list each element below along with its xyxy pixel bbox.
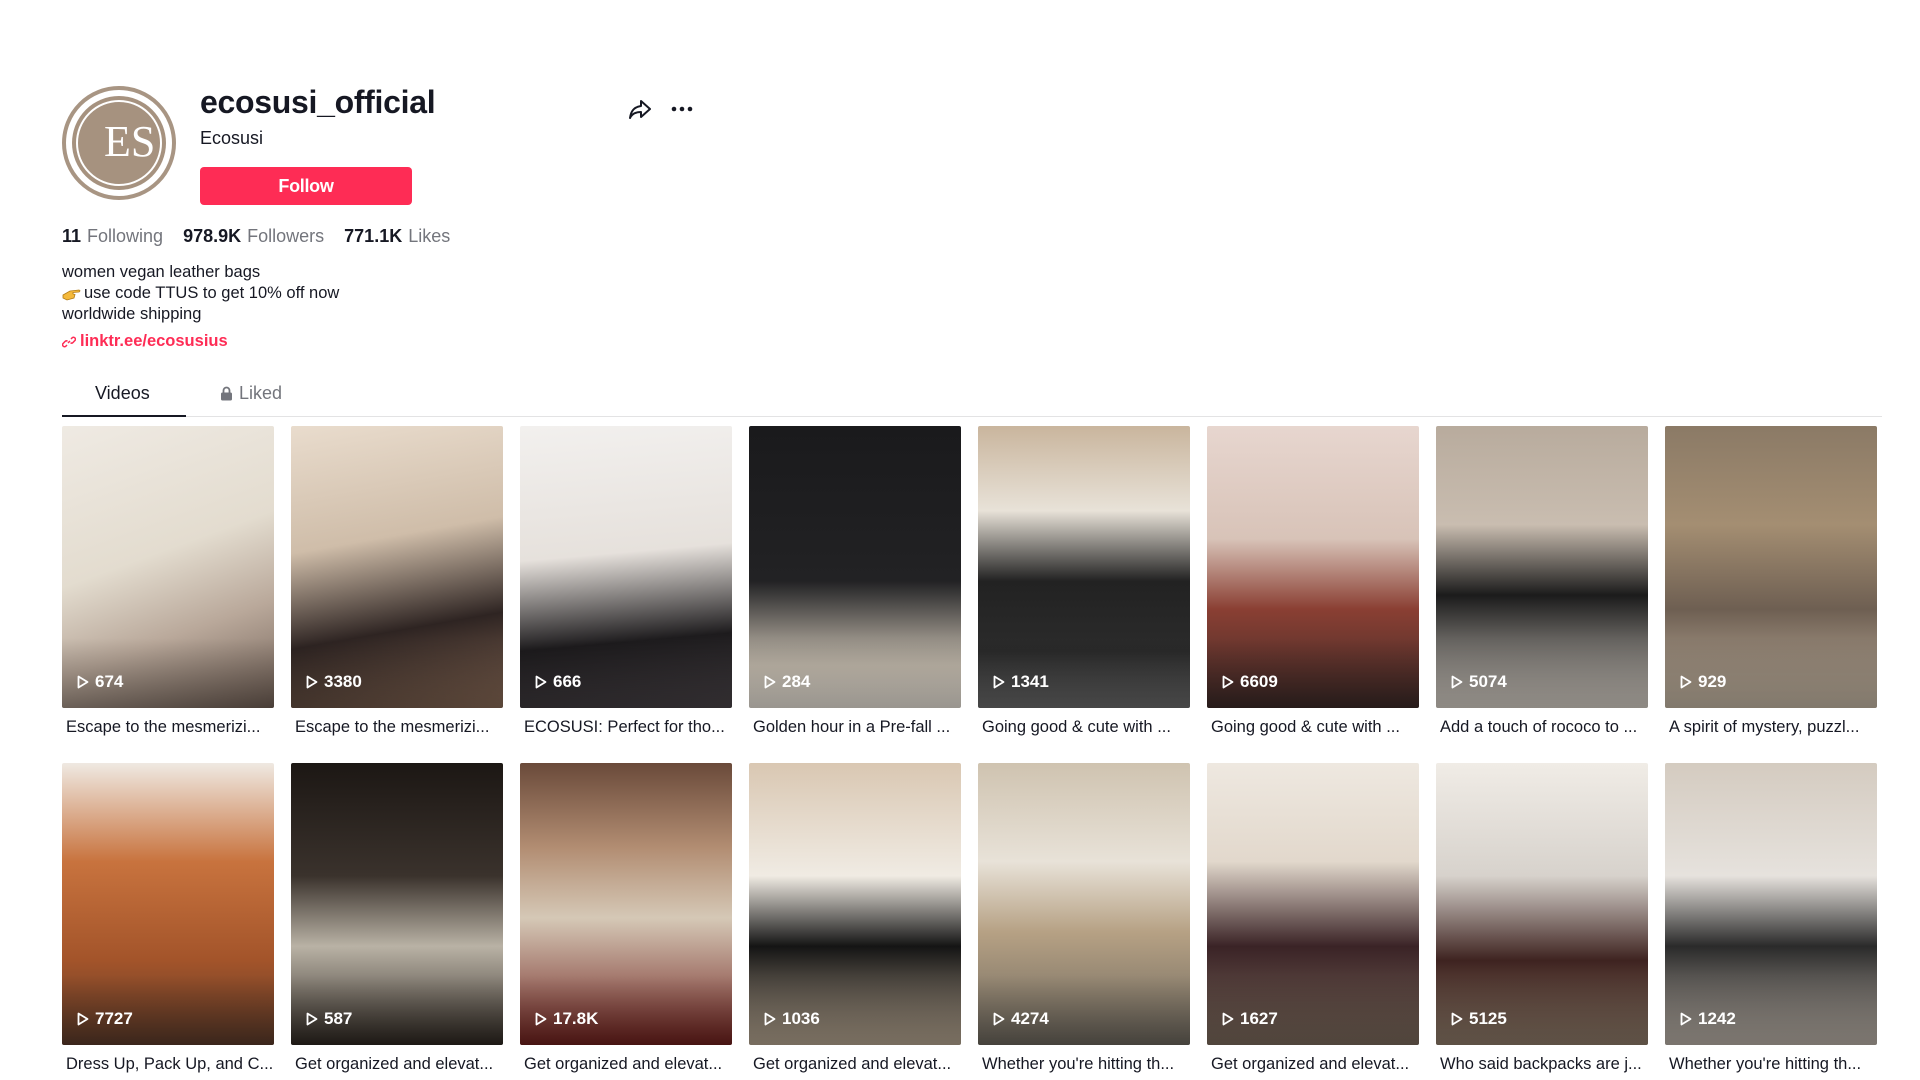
play-icon xyxy=(1680,675,1692,689)
bio-line: women vegan leather bags xyxy=(62,263,261,281)
view-count: 1341 xyxy=(993,672,1049,692)
play-icon xyxy=(1680,1012,1692,1026)
share-icon[interactable] xyxy=(626,95,654,123)
play-icon xyxy=(535,1012,547,1026)
video-thumbnail[interactable] xyxy=(1665,763,1877,1045)
video-caption[interactable]: ECOSUSI: Perfect for tho... xyxy=(524,718,734,737)
video-thumbnail[interactable] xyxy=(749,426,961,708)
view-count: 674 xyxy=(77,672,123,692)
play-icon xyxy=(1451,1012,1463,1026)
play-icon xyxy=(1451,675,1463,689)
video-thumbnail[interactable] xyxy=(520,763,732,1045)
video-thumbnail[interactable] xyxy=(291,426,503,708)
view-count: 5125 xyxy=(1451,1009,1507,1029)
profile-tabs: Videos Liked xyxy=(62,376,1882,417)
video-thumbnail[interactable] xyxy=(1207,763,1419,1045)
video-caption[interactable]: Dress Up, Pack Up, and C... xyxy=(66,1055,276,1074)
view-count: 929 xyxy=(1680,672,1726,692)
view-count: 1242 xyxy=(1680,1009,1736,1029)
logo-monogram: ES xyxy=(76,100,162,186)
view-count: 666 xyxy=(535,672,581,692)
play-icon xyxy=(77,1012,89,1026)
video-caption[interactable]: Get organized and elevat... xyxy=(753,1055,963,1074)
view-count: 6609 xyxy=(1222,672,1278,692)
video-caption[interactable]: Add a touch of rococo to ... xyxy=(1440,718,1650,737)
video-caption[interactable]: Get organized and elevat... xyxy=(524,1055,734,1074)
video-thumbnail[interactable] xyxy=(978,763,1190,1045)
followers-stat[interactable]: 978.9K Followers xyxy=(183,226,324,247)
video-thumbnail[interactable] xyxy=(1436,763,1648,1045)
video-caption[interactable]: Get organized and elevat... xyxy=(295,1055,505,1074)
video-caption[interactable]: Whether you're hitting th... xyxy=(1669,1055,1879,1074)
link-icon xyxy=(62,336,76,347)
play-icon xyxy=(764,675,776,689)
video-caption[interactable]: Escape to the mesmerizi... xyxy=(66,718,276,737)
view-count: 7727 xyxy=(77,1009,133,1029)
profile-nickname: Ecosusi xyxy=(200,128,264,148)
play-icon xyxy=(77,675,89,689)
following-stat[interactable]: 11 Following xyxy=(62,226,163,247)
play-icon xyxy=(993,675,1005,689)
play-icon xyxy=(306,1012,318,1026)
tab-videos[interactable]: Videos xyxy=(95,383,150,404)
video-thumbnail[interactable] xyxy=(62,763,274,1045)
profile-bio: women vegan leather bags use code TTUS t… xyxy=(62,262,339,325)
play-icon xyxy=(1222,675,1234,689)
view-count: 1036 xyxy=(764,1009,820,1029)
play-icon xyxy=(1222,1012,1234,1026)
play-icon xyxy=(306,675,318,689)
video-caption[interactable]: Escape to the mesmerizi... xyxy=(295,718,505,737)
view-count: 5074 xyxy=(1451,672,1507,692)
video-caption[interactable]: Get organized and elevat... xyxy=(1211,1055,1421,1074)
play-icon xyxy=(764,1012,776,1026)
video-thumbnail[interactable] xyxy=(749,763,961,1045)
video-caption[interactable]: A spirit of mystery, puzzl... xyxy=(1669,718,1879,737)
video-thumbnail[interactable] xyxy=(1207,426,1419,708)
video-caption[interactable]: Golden hour in a Pre-fall ... xyxy=(753,718,963,737)
video-caption[interactable]: Going good & cute with ... xyxy=(982,718,1192,737)
view-count: 4274 xyxy=(993,1009,1049,1029)
profile-link[interactable]: linktr.ee/ecosusius xyxy=(62,332,228,351)
video-caption[interactable]: Going good & cute with ... xyxy=(1211,718,1421,737)
video-thumbnail[interactable] xyxy=(520,426,732,708)
view-count: 587 xyxy=(306,1009,352,1029)
follow-button[interactable]: Follow xyxy=(200,167,412,205)
video-caption[interactable]: Whether you're hitting th... xyxy=(982,1055,1192,1074)
video-caption[interactable]: Who said backpacks are j... xyxy=(1440,1055,1650,1074)
bio-line: worldwide shipping xyxy=(62,305,202,323)
view-count: 17.8K xyxy=(535,1009,598,1029)
video-thumbnail[interactable] xyxy=(978,426,1190,708)
video-thumbnail[interactable] xyxy=(1665,426,1877,708)
video-thumbnail[interactable] xyxy=(1436,426,1648,708)
svg-text:ES: ES xyxy=(104,117,155,166)
profile-stats: 11 Following 978.9K Followers 771.1K Likes xyxy=(62,226,450,247)
view-count: 284 xyxy=(764,672,810,692)
likes-stat: 771.1K Likes xyxy=(344,226,451,246)
play-icon xyxy=(535,675,547,689)
video-thumbnail[interactable] xyxy=(62,426,274,708)
avatar[interactable]: ES xyxy=(62,86,176,200)
profile-username: ecosusi_official xyxy=(200,84,436,120)
bio-line: use code TTUS to get 10% off now xyxy=(62,283,339,304)
video-thumbnail[interactable] xyxy=(291,763,503,1045)
lock-icon xyxy=(221,386,232,401)
tab-liked[interactable]: Liked xyxy=(220,383,282,404)
active-tab-indicator xyxy=(62,415,186,417)
more-icon[interactable] xyxy=(668,95,696,123)
play-icon xyxy=(993,1012,1005,1026)
view-count: 1627 xyxy=(1222,1009,1278,1029)
view-count: 3380 xyxy=(306,672,362,692)
pointing-hand-icon xyxy=(62,289,81,300)
